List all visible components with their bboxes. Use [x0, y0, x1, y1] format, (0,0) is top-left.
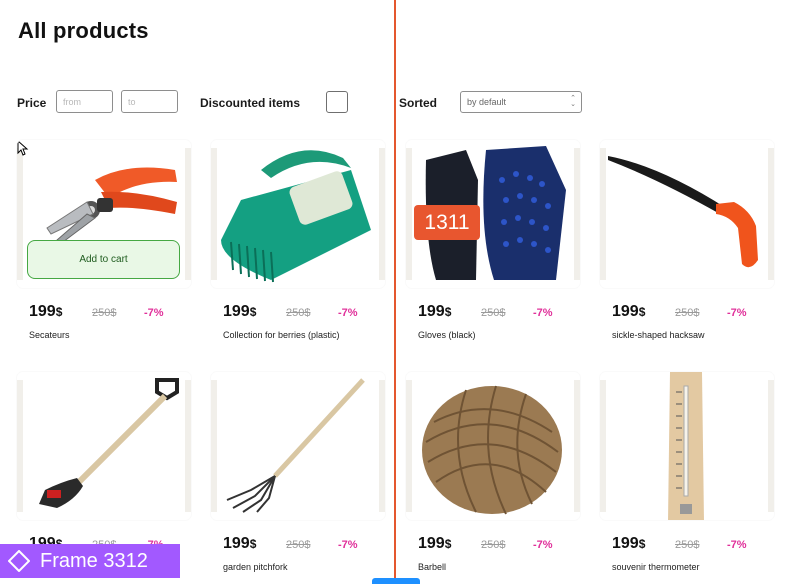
old-price: 250$ [286, 307, 311, 319]
sort-select[interactable]: by default ⌃ ⌄ [460, 91, 582, 113]
product-image[interactable] [211, 140, 385, 288]
discount-badge: -7% [338, 539, 358, 551]
product-image[interactable] [211, 372, 385, 520]
cursor-arrow-icon [17, 140, 29, 156]
discount-badge: -7% [144, 307, 164, 319]
product-name[interactable]: garden pitchfork [223, 562, 288, 572]
discount-badge: -7% [533, 539, 553, 551]
price-from-input[interactable] [56, 90, 113, 113]
product-image[interactable]: Add to cart [17, 140, 191, 288]
bottom-handle[interactable] [372, 578, 420, 584]
product-image[interactable] [406, 372, 580, 520]
guide-divider [394, 0, 396, 584]
price-filter-label: Price [17, 96, 47, 110]
product-name[interactable]: Secateurs [29, 330, 70, 340]
price-row: 199$ 250$ -7% [418, 303, 578, 325]
frame-label[interactable]: Frame 3312 [0, 544, 180, 578]
price: 199$ [223, 535, 257, 552]
chevron-up-down-icon: ⌃ ⌄ [570, 95, 576, 108]
sort-select-value: by default [467, 97, 507, 107]
price: 199$ [418, 303, 452, 320]
old-price: 250$ [675, 539, 700, 551]
discount-badge: -7% [338, 307, 358, 319]
price-row: 199$ 250$ -7% [223, 535, 383, 557]
discount-filter-label: Discounted items [200, 96, 301, 110]
page-title: All products [18, 18, 149, 43]
discount-badge: -7% [727, 307, 747, 319]
add-to-cart-button[interactable]: Add to cart [27, 240, 180, 279]
filter-bar: Price Discounted items Sorted by default… [0, 88, 792, 118]
product-name[interactable]: Barbell [418, 562, 446, 572]
product-image[interactable] [17, 372, 191, 520]
discount-checkbox[interactable] [326, 91, 348, 113]
price-row: 199$ 250$ -7% [29, 303, 189, 325]
product-image[interactable] [600, 372, 774, 520]
product-image[interactable] [600, 140, 774, 288]
price-row: 199$ 250$ -7% [612, 303, 772, 325]
product-name[interactable]: Gloves (black) [418, 330, 476, 340]
price: 199$ [612, 535, 646, 552]
old-price: 250$ [675, 307, 700, 319]
old-price: 250$ [286, 539, 311, 551]
product-name[interactable]: souvenir thermometer [612, 562, 700, 572]
price: 199$ [29, 303, 63, 320]
old-price: 250$ [481, 307, 506, 319]
product-image[interactable]: 1311 [406, 140, 580, 288]
discount-badge: -7% [533, 307, 553, 319]
price-row: 199$ 250$ -7% [418, 535, 578, 557]
product-name[interactable]: sickle-shaped hacksaw [612, 330, 705, 340]
old-price: 250$ [481, 539, 506, 551]
sort-label: Sorted [399, 96, 438, 110]
price: 199$ [418, 535, 452, 552]
price: 199$ [612, 303, 646, 320]
frame-label-text: Frame 3312 [40, 550, 148, 572]
price-to-input[interactable] [121, 90, 178, 113]
price-row: 199$ 250$ -7% [612, 535, 772, 557]
image-badge: 1311 [414, 205, 480, 240]
discount-badge: -7% [727, 539, 747, 551]
product-name[interactable]: Collection for berries (plastic) [223, 330, 340, 340]
frame-diamond-icon [8, 550, 30, 572]
price-row: 199$ 250$ -7% [223, 303, 383, 325]
price: 199$ [223, 303, 257, 320]
old-price: 250$ [92, 307, 117, 319]
